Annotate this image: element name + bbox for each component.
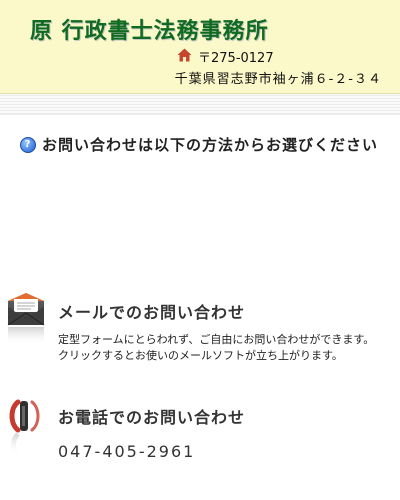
phone-contact-title: お電話でのお問い合わせ	[58, 408, 246, 427]
contact-notice: ? お問い合わせは以下の方法からお選びください	[20, 134, 378, 155]
home-icon	[177, 48, 192, 66]
question-icon: ?	[20, 136, 36, 153]
phone-icon	[6, 398, 46, 464]
mail-contact-title[interactable]: メールでのお問い合わせ	[58, 299, 245, 323]
phone-number[interactable]: 047-405-2961	[58, 442, 195, 461]
site-header: 原 行政書士法務事務所 〒275-0127 千葉県習志野市袖ヶ浦６-２-３４	[0, 0, 400, 94]
address: 千葉県習志野市袖ヶ浦６-２-３４	[174, 72, 382, 87]
header-divider	[0, 94, 400, 115]
envelope-icon[interactable]	[6, 293, 46, 355]
mail-desc-line1: 定型フォームにとらわれず、ご自由にお問い合わせができます。	[58, 333, 375, 346]
office-name[interactable]: 原 行政書士法務事務所	[30, 13, 269, 45]
mail-contact-description: 定型フォームにとらわれず、ご自由にお問い合わせができます。 クリックするとお使い…	[58, 332, 374, 364]
notice-text: お問い合わせは以下の方法からお選びください	[42, 136, 379, 154]
postal-line: 〒275-0127	[177, 47, 274, 66]
mail-desc-line2: クリックするとお使いのメールソフトが立ち上がります。	[58, 349, 343, 362]
postal-code: 〒275-0127	[198, 51, 274, 66]
